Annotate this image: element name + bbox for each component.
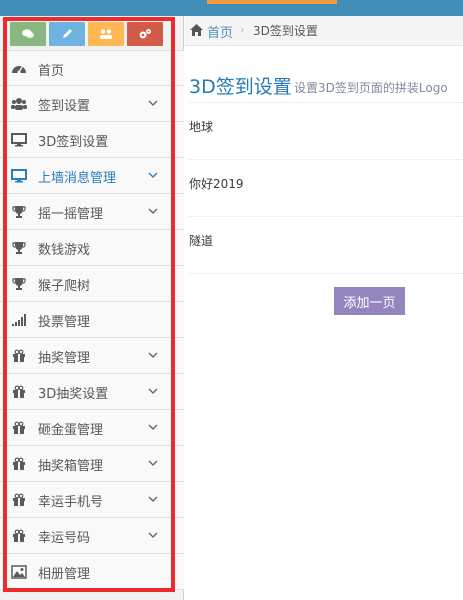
sidebar-menu: 首页 签到设置 3D签到设置 上墙消息管理 摇一摇管理 数钱游戏 猴子爬树 投票… — [0, 50, 184, 590]
sidebar-item-3d-lottery[interactable]: 3D抽奖设置 — [0, 374, 184, 410]
breadcrumb: 首页 › 3D签到设置 — [185, 16, 463, 46]
sidebar-item-lottery[interactable]: 抽奖管理 — [0, 338, 184, 374]
chevron-down-icon — [148, 424, 158, 430]
gift-icon — [13, 385, 25, 398]
list-item-text: 你好2019 — [189, 177, 244, 191]
sidebar-item-lucky-phone[interactable]: 幸运手机号 — [0, 482, 184, 518]
chevron-down-icon — [148, 532, 158, 538]
sidebar-item-3d-checkin-settings[interactable]: 3D签到设置 — [0, 122, 184, 158]
gift-icon — [13, 421, 25, 434]
group-icon — [100, 29, 112, 39]
home-icon[interactable] — [189, 23, 204, 37]
sidebar-item-wall-messages[interactable]: 上墙消息管理 — [0, 158, 184, 194]
sidebar-item-label: 砸金蛋管理 — [38, 423, 104, 438]
signal-icon — [12, 314, 26, 326]
sidebar-item-label: 抽奖箱管理 — [38, 459, 104, 474]
sidebar-item-album[interactable]: 相册管理 — [0, 554, 184, 590]
sidebar-item-lottery-box[interactable]: 抽奖箱管理 — [0, 446, 184, 482]
trophy-icon — [12, 278, 26, 290]
sidebar-item-checkin-settings[interactable]: 签到设置 — [0, 86, 184, 122]
sidebar-item-shake[interactable]: 摇一摇管理 — [0, 194, 184, 230]
shortcut-comment-button[interactable] — [10, 22, 46, 46]
chevron-down-icon — [148, 172, 158, 178]
sidebar-item-label: 签到设置 — [38, 99, 91, 114]
sidebar-item-label: 猴子爬树 — [38, 279, 91, 294]
sidebar-item-voting[interactable]: 投票管理 — [0, 302, 184, 338]
gift-icon — [13, 493, 25, 506]
sidebar-item-label: 3D签到设置 — [38, 135, 109, 150]
add-page-button[interactable]: 添加一页 — [334, 287, 405, 315]
gift-icon — [13, 457, 25, 470]
shortcut-group-button[interactable] — [88, 22, 124, 46]
list-item: 你好2019 — [189, 159, 463, 217]
sidebar-item-label: 摇一摇管理 — [38, 207, 104, 222]
list-item: 隧道 — [189, 216, 463, 274]
breadcrumb-home-link[interactable]: 首页 — [207, 22, 233, 41]
chevron-down-icon — [148, 352, 158, 358]
comment-icon — [22, 29, 34, 38]
sidebar-item-golden-egg[interactable]: 砸金蛋管理 — [0, 410, 184, 446]
trophy-icon — [12, 206, 26, 218]
sidebar-item-label: 幸运号码 — [38, 531, 91, 546]
sidebar-item-label: 投票管理 — [38, 315, 91, 330]
sidebar-item-monkey-climb[interactable]: 猴子爬树 — [0, 266, 184, 302]
gift-icon — [13, 349, 25, 362]
chevron-down-icon — [148, 100, 158, 106]
sidebar-item-home[interactable]: 首页 — [0, 50, 184, 86]
shortcut-cogs-button[interactable] — [127, 22, 163, 46]
gift-icon — [13, 529, 25, 542]
cogs-icon — [139, 29, 151, 39]
navbar-accent — [207, 0, 337, 4]
breadcrumb-separator-icon: › — [240, 23, 245, 36]
sidebar-item-label: 数钱游戏 — [38, 243, 91, 258]
pencil-icon — [63, 29, 72, 38]
list-item: 地球 — [189, 102, 463, 160]
sidebar-item-label: 3D抽奖设置 — [38, 387, 109, 402]
sidebar-item-label: 上墙消息管理 — [38, 171, 117, 186]
sidebar-item-money-game[interactable]: 数钱游戏 — [0, 230, 184, 266]
desktop-icon — [11, 133, 27, 147]
breadcrumb-current: 3D签到设置 — [253, 24, 318, 38]
trophy-icon — [12, 242, 26, 254]
page-header: 3D签到设置 设置3D签到页面的拼装Logo — [189, 72, 463, 103]
users-icon — [11, 98, 27, 110]
chevron-down-icon — [148, 208, 158, 214]
shortcut-pencil-button[interactable] — [49, 22, 85, 46]
sidebar-item-label: 幸运手机号 — [38, 495, 104, 510]
page-subtitle: 设置3D签到页面的拼装Logo — [294, 81, 448, 95]
picture-icon — [11, 565, 27, 579]
sidebar: 首页 签到设置 3D签到设置 上墙消息管理 摇一摇管理 数钱游戏 猴子爬树 投票… — [0, 16, 184, 600]
dashboard-icon — [12, 66, 26, 74]
sidebar-item-label: 首页 — [38, 64, 65, 79]
chevron-down-icon — [148, 496, 158, 502]
sidebar-item-label: 抽奖管理 — [38, 351, 91, 366]
chevron-down-icon — [148, 460, 158, 466]
list-item-text: 地球 — [189, 120, 214, 134]
sidebar-item-lucky-number[interactable]: 幸运号码 — [0, 518, 184, 554]
chevron-down-icon — [148, 388, 158, 394]
desktop-icon — [11, 169, 27, 183]
top-navbar — [0, 0, 463, 16]
page-title: 3D签到设置 — [189, 76, 292, 98]
list-item-text: 隧道 — [189, 234, 214, 248]
sidebar-item-label: 相册管理 — [38, 567, 91, 582]
